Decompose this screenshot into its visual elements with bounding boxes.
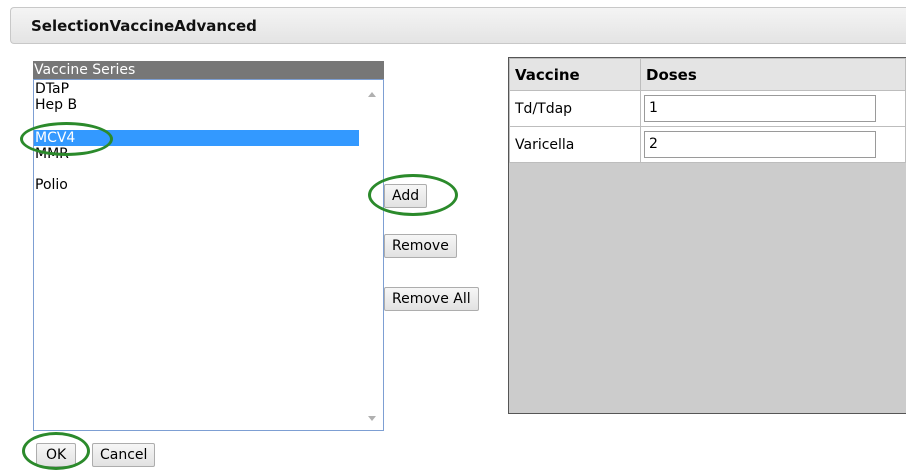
table-row[interactable]: Varicella 2 xyxy=(509,126,906,163)
vaccine-series-header: Vaccine Series xyxy=(33,61,384,79)
list-item-mmr[interactable]: MMR xyxy=(34,146,359,162)
dialog-title: SelectionVaccineAdvanced xyxy=(31,17,257,35)
grid-header-vaccine: Vaccine xyxy=(509,58,641,91)
list-item-dtap[interactable]: DTaP xyxy=(34,81,359,97)
grid-cell-vaccine: Varicella xyxy=(509,126,641,163)
remove-button[interactable]: Remove xyxy=(384,234,457,258)
remove-all-button[interactable]: Remove All xyxy=(384,287,479,311)
scroll-down-arrow-icon[interactable] xyxy=(368,416,376,421)
doses-input[interactable]: 1 xyxy=(644,95,876,122)
grid-header-doses: Doses xyxy=(640,58,906,91)
scroll-up-arrow-icon[interactable] xyxy=(368,92,376,97)
table-row[interactable]: Td/Tdap 1 xyxy=(509,90,906,127)
ok-button[interactable]: OK xyxy=(36,443,77,467)
list-item-polio[interactable]: Polio xyxy=(34,177,359,193)
list-item-hepb[interactable]: Hep B xyxy=(34,97,359,113)
add-button[interactable]: Add xyxy=(384,184,428,208)
grid-cell-vaccine: Td/Tdap xyxy=(509,90,641,127)
dialog-title-bar: SelectionVaccineAdvanced xyxy=(10,7,906,44)
cancel-button[interactable]: Cancel xyxy=(92,443,156,467)
vaccine-series-listbox[interactable]: DTaP Hep B MCV4 MMR Polio xyxy=(33,79,384,431)
list-item-mcv4[interactable]: MCV4 xyxy=(34,130,359,146)
doses-input[interactable]: 2 xyxy=(644,131,876,158)
selected-vaccines-grid: Vaccine Doses Td/Tdap 1 Varicella 2 xyxy=(508,57,906,414)
